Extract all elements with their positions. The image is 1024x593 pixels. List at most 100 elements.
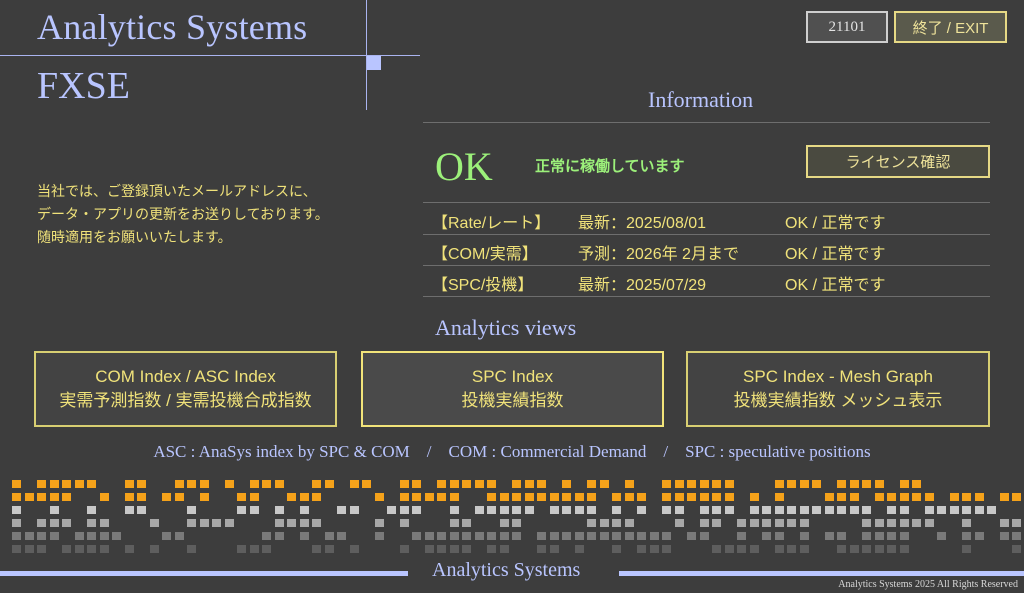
pattern-dot [937,506,946,514]
pattern-dot [575,493,584,501]
pattern-dot [350,480,359,488]
pattern-dot [875,519,884,527]
pattern-dot [487,532,496,540]
status-row-label: 【Rate/レート】 [432,215,551,232]
status-indicator: OK [435,144,493,189]
pattern-dot [37,532,46,540]
pattern-dot [387,506,396,514]
pattern-dot [137,480,146,488]
pattern-dot [775,519,784,527]
pattern-dot [1000,532,1009,540]
pattern-dot [625,493,634,501]
pattern-dot [525,493,534,501]
pattern-dot [775,545,784,553]
pattern-dot [275,506,284,514]
pattern-dot [237,506,246,514]
spc-index-button[interactable]: SPC Index 投機実績指数 [361,351,664,427]
pattern-dot [62,519,71,527]
pattern-dot [937,532,946,540]
pattern-dot [500,545,509,553]
pattern-dot [175,532,184,540]
pattern-dot [1000,493,1009,501]
pattern-dot [1012,519,1021,527]
pattern-dot [837,493,846,501]
pattern-dot [612,506,621,514]
pattern-dot [887,506,896,514]
status-row-rate: 【Rate/レート】 最新：2025/08/01 OK / 正常です [432,203,992,234]
pattern-dot [362,480,371,488]
pattern-dot [462,480,471,488]
pattern-dot [1012,545,1021,553]
pattern-dot [875,545,884,553]
pattern-dot [575,545,584,553]
pattern-dot [787,519,796,527]
pattern-dot [37,480,46,488]
pattern-dot [400,519,409,527]
pattern-dot [625,532,634,540]
spc-mesh-graph-button[interactable]: SPC Index - Mesh Graph 投機実績指数 メッシュ表示 [686,351,990,427]
pattern-dot [612,519,621,527]
pattern-dot [825,506,834,514]
pattern-dot [562,506,571,514]
pattern-dot [950,506,959,514]
pattern-dot [12,519,21,527]
exit-button[interactable]: 終了 / EXIT [894,11,1007,43]
pattern-dot [100,493,109,501]
notice-line: 当社では、ご登録頂いたメールアドレスに、 [37,183,317,199]
pattern-dot [800,480,809,488]
pattern-dot [787,480,796,488]
com-asc-index-button[interactable]: COM Index / ASC Index 実需予測指数 / 実需投機合成指数 [34,351,337,427]
pattern-dot [525,480,534,488]
pattern-dot [512,532,521,540]
pattern-dot [550,532,559,540]
pattern-dot [262,532,271,540]
abbreviation-legend: ASC : AnaSys index by SPC & COM / COM : … [153,442,871,461]
pattern-dot [687,532,696,540]
pattern-dot [800,519,809,527]
status-row-date: 最新：2025/07/29 [578,277,707,294]
pattern-dot [487,545,496,553]
pattern-dot [400,545,409,553]
pattern-dot [600,480,609,488]
pattern-dot [100,519,109,527]
pattern-dot [487,506,496,514]
user-code-button[interactable]: 21101 [806,11,888,43]
notice-line: データ・アプリの更新をお送りしております。 [37,206,329,222]
pattern-dot [637,532,646,540]
analytics-views-heading: Analytics views [435,315,577,340]
pattern-dot [925,506,934,514]
pattern-dot [337,506,346,514]
pattern-dot [537,545,546,553]
pattern-dot [300,519,309,527]
pattern-dot [587,480,596,488]
pattern-dot [50,532,59,540]
pattern-dot [725,545,734,553]
status-row-com: 【COM/実需】 予測：2026年 2月まで OK / 正常です [432,234,992,265]
pattern-dot [412,480,421,488]
divider [423,122,990,123]
pattern-dot [262,545,271,553]
pattern-dot [862,532,871,540]
pattern-dot [50,519,59,527]
license-check-button[interactable]: ライセンス確認 [806,145,990,178]
pattern-dot [875,480,884,488]
pattern-dot [325,532,334,540]
pattern-dot [237,545,246,553]
pattern-dot [825,532,834,540]
pattern-dot [725,480,734,488]
pattern-dot [437,493,446,501]
pattern-dot [1000,519,1009,527]
pattern-dot [100,545,109,553]
pattern-dot [50,493,59,501]
pattern-dot [850,493,859,501]
pattern-dot [275,480,284,488]
pattern-dot [375,532,384,540]
footer-line-left [0,571,408,576]
pattern-dot [37,519,46,527]
pattern-dot [862,545,871,553]
pattern-dot [350,545,359,553]
pattern-dot [125,545,134,553]
pattern-dot [650,545,659,553]
status-row-date: 予測：2026年 2月まで [578,246,739,263]
pattern-dot [600,519,609,527]
